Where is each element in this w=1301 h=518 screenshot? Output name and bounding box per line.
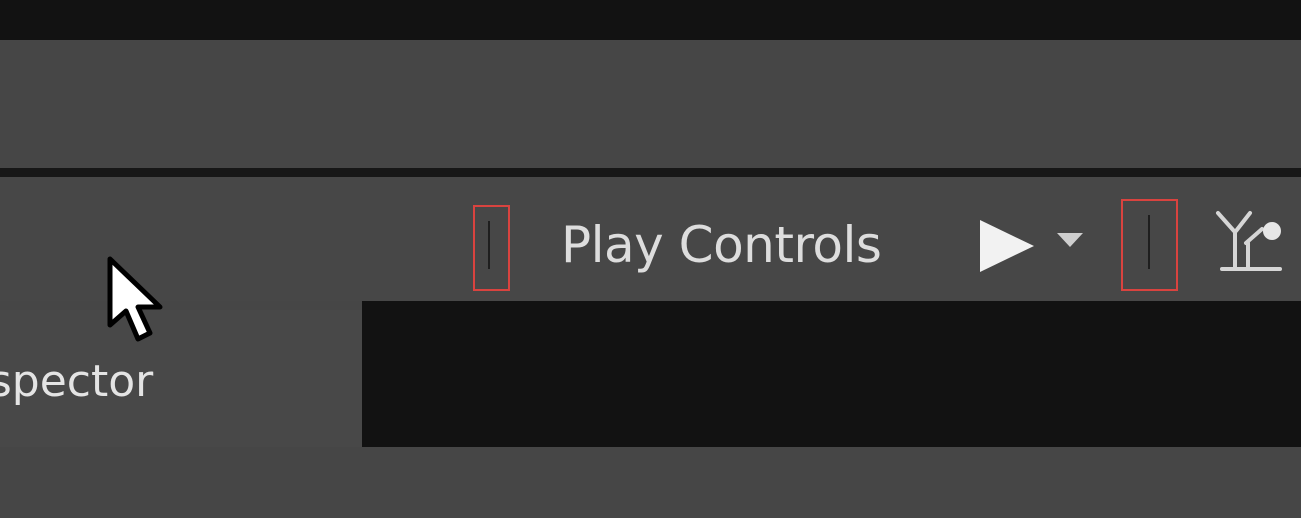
editor-window: Play Controls Inspector (0, 0, 1301, 518)
separator-highlight-left (473, 205, 510, 291)
main-toolbar: Play Controls (0, 177, 1301, 301)
remote-network-icon[interactable] (1214, 209, 1286, 273)
menu-area (0, 40, 1301, 168)
toolbar-separator-right[interactable] (1148, 215, 1150, 269)
dock-area: Inspector (0, 301, 1301, 518)
mouse-pointer-icon (107, 256, 163, 342)
play-controls-label: Play Controls (561, 216, 882, 274)
tab-inspector[interactable]: Inspector (0, 310, 362, 447)
caret-down-icon[interactable] (1057, 233, 1083, 247)
tab-inspector-label: Inspector (0, 356, 154, 407)
play-icon[interactable] (978, 218, 1036, 274)
tab-strip-empty (362, 301, 1301, 447)
title-strip (0, 0, 1301, 40)
panel-divider (0, 168, 1301, 177)
toolbar-separator-left[interactable] (488, 221, 490, 269)
